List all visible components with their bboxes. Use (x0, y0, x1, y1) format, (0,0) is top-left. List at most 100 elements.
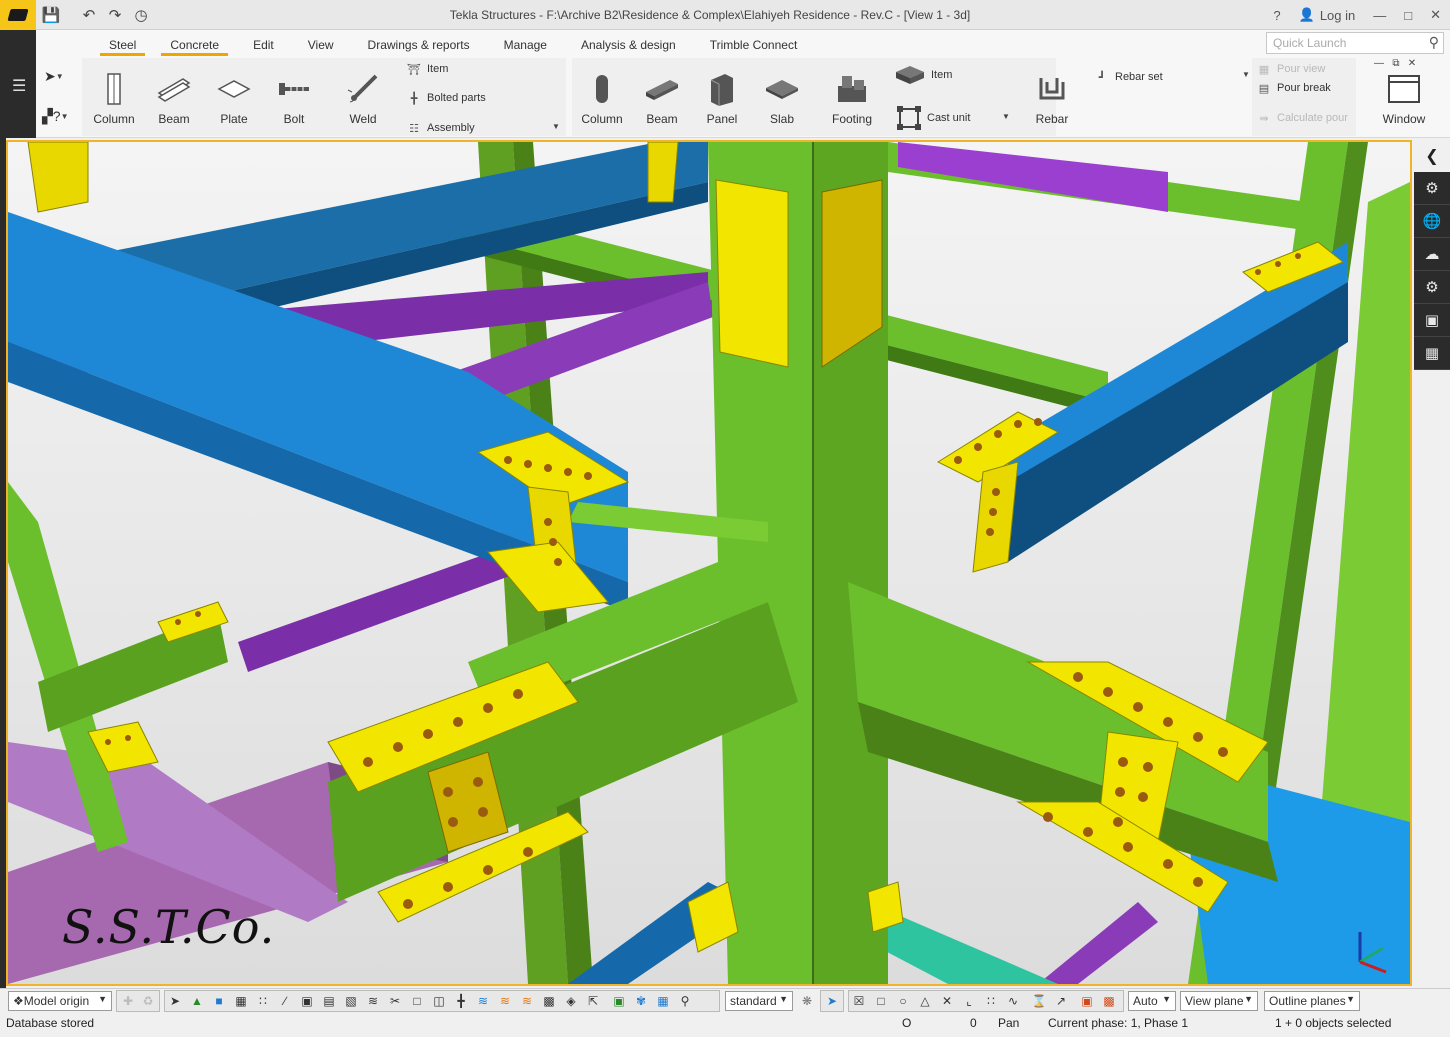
quick-launch-input[interactable]: Quick Launch ⚲ (1266, 32, 1444, 54)
select-planes-icon[interactable]: ▧ (342, 992, 360, 1010)
steel-item-button[interactable]: ⛩ Item (406, 62, 448, 76)
tab-steel[interactable]: Steel (92, 38, 153, 56)
snap-perpendicular-icon[interactable]: ⌞ (960, 992, 978, 1010)
snap-midpoint-icon[interactable]: △ (916, 992, 934, 1010)
depth-auto-dropdown[interactable]: Auto ▼ (1128, 991, 1176, 1011)
snap-reference-icon[interactable]: ☒ (850, 992, 868, 1010)
concrete-beam-button[interactable]: Beam (632, 68, 692, 134)
snap-geometry-icon[interactable]: □ (872, 992, 890, 1010)
pour-break-button[interactable]: ▤ Pour break (1256, 81, 1331, 95)
steel-column-button[interactable]: Column (84, 68, 144, 134)
cube-icon[interactable]: ▣ (1414, 304, 1450, 337)
bolted-parts-button[interactable]: ╋ Bolted parts (406, 91, 486, 105)
concrete-more-dropdown[interactable]: ▼ (1002, 112, 1010, 121)
bolt-button[interactable]: Bolt (264, 68, 324, 134)
select-surfaces-icon[interactable]: ■ (210, 992, 228, 1010)
selection-filter-dropdown[interactable]: standard ▼ (725, 991, 793, 1011)
select-cut-icon[interactable]: ✂ (386, 992, 404, 1010)
select-reinforcement-icon[interactable]: ≋ (474, 992, 492, 1010)
select-drawings-icon[interactable]: ▩ (540, 992, 558, 1010)
model-origin-dropdown[interactable]: ❖Model origin ▼ (8, 991, 112, 1011)
outline-planes-dropdown[interactable]: Outline planes ▼ (1264, 991, 1360, 1011)
snap-settings-icon[interactable]: ❋ (798, 992, 816, 1010)
tab-concrete[interactable]: Concrete (153, 38, 236, 56)
select-rebar-set-icon[interactable]: ≋ (518, 992, 536, 1010)
select-parts-icon[interactable]: ▲ (188, 992, 206, 1010)
snap-line-extension-icon[interactable]: ∷ (982, 992, 1000, 1010)
tab-manage[interactable]: Manage (487, 38, 564, 56)
panel-button[interactable]: Panel (692, 68, 752, 134)
minimize-button[interactable]: — (1373, 8, 1386, 23)
rebar-button[interactable]: Rebar (1022, 68, 1082, 134)
snap-center-icon[interactable]: ○ (894, 992, 912, 1010)
snap-lines-icon[interactable]: ↗ (1052, 992, 1070, 1010)
collapse-side-pane-icon[interactable]: ❮ (1414, 140, 1450, 172)
select-objects-in-assemblies-icon[interactable]: ▦ (654, 992, 672, 1010)
search-icon[interactable]: ⚲ (1429, 34, 1439, 51)
select-views-icon[interactable]: □ (408, 992, 426, 1010)
catalog-globe-icon[interactable]: 🌐 (1414, 205, 1450, 238)
weld-button[interactable]: Weld (333, 68, 393, 134)
select-assemblies-icon[interactable]: ▣ (610, 992, 628, 1010)
select-all-icon[interactable]: ➤ (166, 992, 184, 1010)
snap-tool-icon[interactable]: ▞? ▼ (42, 108, 68, 125)
steel-beam-button[interactable]: Beam (144, 68, 204, 134)
add-work-plane-icon[interactable]: ✚ (119, 992, 137, 1010)
snap-any-point-icon[interactable]: ∿ (1004, 992, 1022, 1010)
tab-analysis-design[interactable]: Analysis & design (564, 38, 693, 56)
select-pours-icon[interactable]: ◈ (562, 992, 580, 1010)
select-welds-icon[interactable]: ≋ (364, 992, 382, 1010)
delete-work-plane-icon[interactable]: ♻ (139, 992, 157, 1010)
footing-button[interactable]: Footing (822, 68, 882, 134)
select-rebar-icon[interactable]: ≋ (496, 992, 514, 1010)
snap-intersection-icon[interactable]: ✕ (938, 992, 956, 1010)
user-icon[interactable]: 👤 (1299, 7, 1315, 23)
tab-drawings-reports[interactable]: Drawings & reports (351, 38, 487, 56)
model-view-3d[interactable]: S.S.T.Co. (6, 140, 1412, 986)
smart-select-icon[interactable]: ➤ (823, 992, 841, 1010)
cloud-icon[interactable]: ☁ (1414, 238, 1450, 271)
concrete-item-button[interactable]: Item (894, 64, 952, 86)
select-measures-icon[interactable]: ⇱ (584, 992, 602, 1010)
maximize-button[interactable]: □ (1404, 8, 1412, 23)
redo-icon[interactable]: ↷ (104, 4, 126, 26)
select-grids-icon[interactable]: ▦ (232, 992, 250, 1010)
rebar-more-dropdown[interactable]: ▼ (1242, 70, 1250, 79)
select-by-filter-icon[interactable]: ⚲ (676, 992, 694, 1010)
login-link[interactable]: Log in (1320, 8, 1355, 23)
rebar-set-button[interactable]: ┛ Rebar set (1094, 70, 1163, 84)
close-button[interactable]: ✕ (1430, 7, 1441, 23)
hamburger-menu-icon[interactable]: ☰ (12, 76, 26, 96)
settings-gear-icon[interactable]: ⚙ (1414, 271, 1450, 304)
tab-edit[interactable]: Edit (236, 38, 291, 56)
assembly-button[interactable]: ☷ Assembly (406, 121, 475, 135)
snap-nearest-icon[interactable]: ⌛ (1030, 992, 1048, 1010)
slab-button[interactable]: Slab (752, 68, 812, 134)
save-icon[interactable]: 💾 (40, 4, 62, 26)
window-button[interactable]: Window (1374, 68, 1434, 134)
tab-trimble-connect[interactable]: Trimble Connect (693, 38, 815, 56)
select-cuts-icon[interactable]: ▣ (298, 992, 316, 1010)
history-icon[interactable]: ◷ (130, 4, 152, 26)
pour-view-button[interactable]: ▦ Pour view (1256, 62, 1326, 76)
select-grid-lines-icon[interactable]: ▤ (320, 992, 338, 1010)
applications-icon[interactable]: ▦ (1414, 337, 1450, 370)
help-button[interactable]: ? (1273, 8, 1280, 23)
view-plane-dropdown[interactable]: View plane ▼ (1180, 991, 1258, 1011)
tab-view[interactable]: View (291, 38, 351, 56)
select-points-icon[interactable]: ∷ (254, 992, 272, 1010)
concrete-column-button[interactable]: Column (572, 68, 632, 134)
steel-more-dropdown[interactable]: ▼ (552, 122, 560, 131)
properties-icon[interactable]: ⚙ (1414, 172, 1450, 205)
snap-free-icon[interactable]: ▩ (1100, 992, 1118, 1010)
cast-unit-button[interactable]: Cast unit (896, 106, 970, 130)
select-lines-icon[interactable]: ∕ (276, 992, 294, 1010)
select-arrow-icon[interactable]: ➤ ▼ (44, 68, 64, 85)
plate-button[interactable]: Plate (204, 68, 264, 134)
select-objects-in-components-icon[interactable]: ✾ (632, 992, 650, 1010)
snap-override-icon[interactable]: ▣ (1078, 992, 1096, 1010)
undo-icon[interactable]: ↶ (78, 4, 100, 26)
select-bolts-icon[interactable]: ╋ (452, 992, 470, 1010)
calculate-pour-button[interactable]: ⇛ Calculate pour (1256, 111, 1348, 125)
select-components-icon[interactable]: ◫ (430, 992, 448, 1010)
